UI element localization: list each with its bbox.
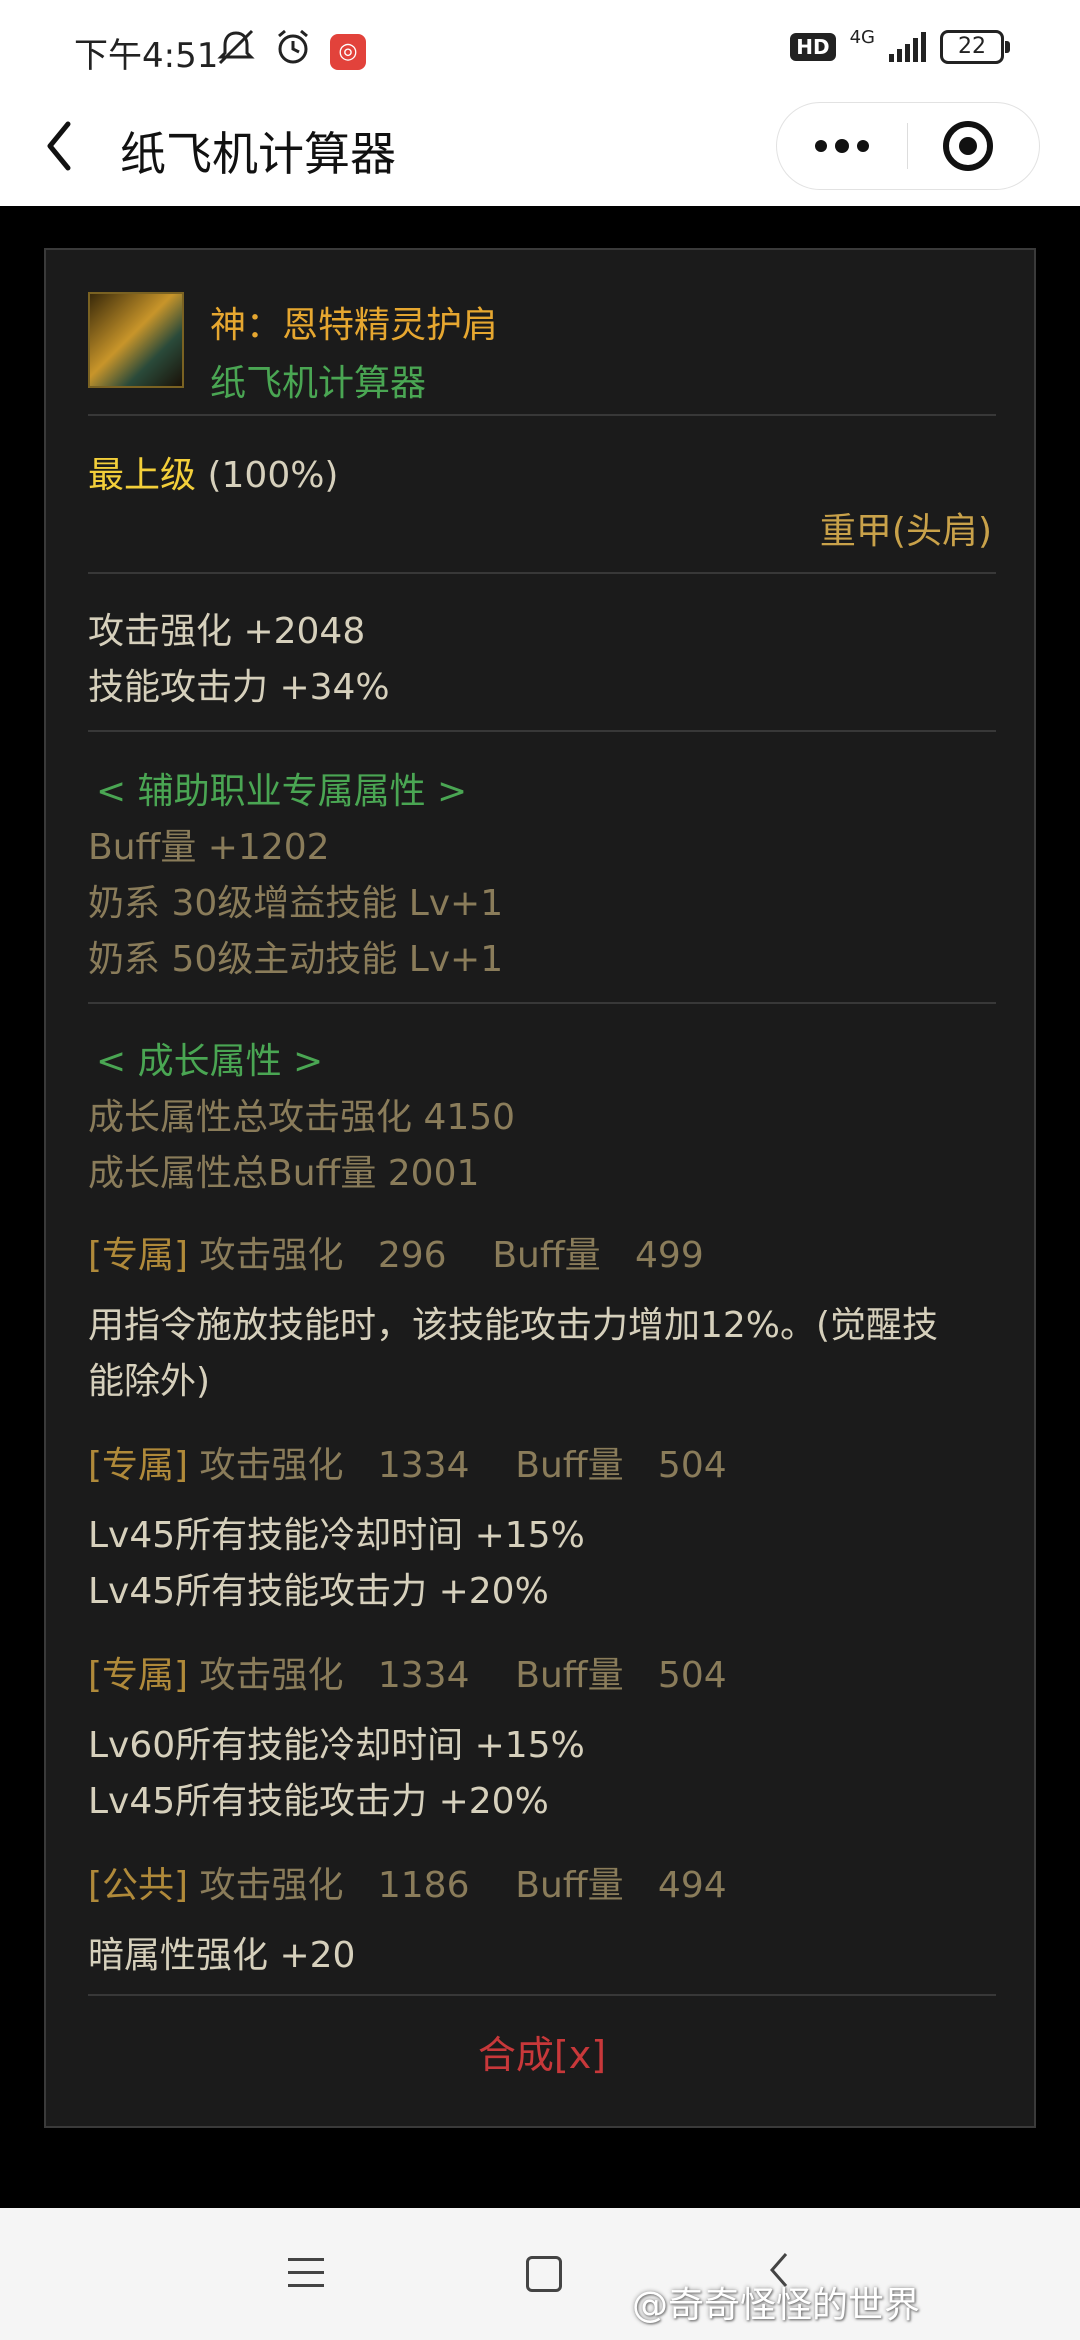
divider — [88, 414, 996, 416]
growth-entry-stat: [专属] 攻击强化 1334 Buff量 504 — [88, 1436, 727, 1488]
back-button[interactable] — [40, 116, 100, 186]
growth-entry-values: 攻击强化 1334 Buff量 504 — [199, 1445, 727, 1486]
base-stat: 技能攻击力 +34% — [88, 667, 390, 708]
growth-entry-effect: 用指令施放技能时，该技能攻击力增加12%。(觉醒技 — [88, 1305, 939, 1346]
mini-program-title-bar: 纸飞机计算器 — [0, 96, 1080, 206]
alarm-icon — [274, 28, 312, 75]
growth-entry-tag: [公共] — [88, 1865, 189, 1906]
growth-entry-values: 攻击强化 1186 Buff量 494 — [199, 1865, 727, 1906]
item-name: 神：恩特精灵护肩 — [210, 305, 499, 346]
growth-entry-effect: Lv45所有技能攻击力 +20% — [88, 1571, 549, 1612]
hd-icon: HD — [790, 33, 836, 61]
support-stat: Buff量 +1202 — [88, 827, 330, 868]
growth-entry-effect: 能除外) — [88, 1361, 211, 1402]
signal-icon — [889, 32, 926, 62]
status-icons-right: HD 4G 22 — [790, 26, 1010, 64]
close-mini-program-button[interactable] — [943, 121, 993, 171]
system-nav-bar: @奇奇怪怪的世界 — [0, 2208, 1080, 2340]
growth-entry-effect: 暗属性强化 +20 — [88, 1935, 356, 1976]
growth-entry-effect: Lv45所有技能攻击力 +20% — [88, 1781, 549, 1822]
growth-entry-tag: [专属] — [88, 1445, 189, 1486]
growth-entry-stat: [专属] 攻击强化 1334 Buff量 504 — [88, 1646, 727, 1698]
more-button[interactable] — [777, 103, 907, 189]
page-title: 纸飞机计算器 — [120, 127, 396, 181]
growth-total: 成长属性总Buff量 2001 — [88, 1153, 480, 1194]
mute-icon — [216, 29, 256, 74]
home-button[interactable] — [526, 2256, 562, 2292]
growth-header: < 成长属性 > — [96, 1041, 324, 1082]
growth-entry-stat: [公共] 攻击强化 1186 Buff量 494 — [88, 1856, 727, 1908]
status-time: 下午4:51 — [74, 36, 219, 76]
recent-apps-button[interactable] — [288, 2258, 324, 2288]
item-type: 重甲(头肩) — [819, 511, 992, 552]
status-icons-left: ◎ — [216, 28, 366, 75]
divider — [88, 572, 996, 574]
support-stat: 奶系 50级主动技能 Lv+1 — [88, 939, 504, 980]
growth-entry-effect: Lv45所有技能冷却时间 +15% — [88, 1515, 585, 1556]
chevron-left-icon — [47, 121, 71, 171]
growth-entry-values: 攻击强化 296 Buff量 499 — [199, 1235, 704, 1276]
support-stat: 奶系 30级增益技能 Lv+1 — [88, 883, 504, 924]
base-stat: 攻击强化 +2048 — [88, 611, 366, 652]
growth-entry-effect: Lv60所有技能冷却时间 +15% — [88, 1725, 585, 1766]
divider — [88, 1994, 996, 1996]
divider — [88, 1002, 996, 1004]
item-source: 纸飞机计算器 — [210, 363, 427, 404]
growth-total: 成长属性总攻击强化 4150 — [88, 1097, 516, 1138]
growth-entry-tag: [专属] — [88, 1235, 189, 1276]
divider — [88, 730, 996, 732]
growth-entry-stat: [专属] 攻击强化 296 Buff量 499 — [88, 1226, 704, 1278]
capsule-divider — [907, 123, 908, 169]
network-type: 4G — [849, 26, 875, 48]
status-bar: 下午4:51 ◎ HD 4G 22 — [0, 0, 1080, 96]
synthesis-link[interactable]: 合成[x] — [46, 2024, 1038, 2079]
shoulder-armor-icon — [88, 292, 184, 388]
netease-music-icon: ◎ — [330, 33, 366, 70]
support-header: < 辅助职业专属属性 > — [96, 771, 468, 812]
item-grade-pct: (100%) — [207, 455, 339, 496]
grade-line: 最上级 (100%) — [88, 446, 338, 498]
watermark: @奇奇怪怪的世界 — [632, 2285, 921, 2326]
growth-entry-values: 攻击强化 1334 Buff量 504 — [199, 1655, 727, 1696]
item-grade: 最上级 — [88, 455, 197, 496]
capsule-menu — [776, 102, 1040, 190]
item-tooltip-card: 神：恩特精灵护肩 纸飞机计算器 最上级 (100%) 重甲(头肩) 攻击强化 +… — [44, 248, 1036, 2128]
more-dots-icon — [815, 140, 827, 152]
battery-icon: 22 — [940, 30, 1010, 64]
growth-entry-tag: [专属] — [88, 1655, 189, 1696]
